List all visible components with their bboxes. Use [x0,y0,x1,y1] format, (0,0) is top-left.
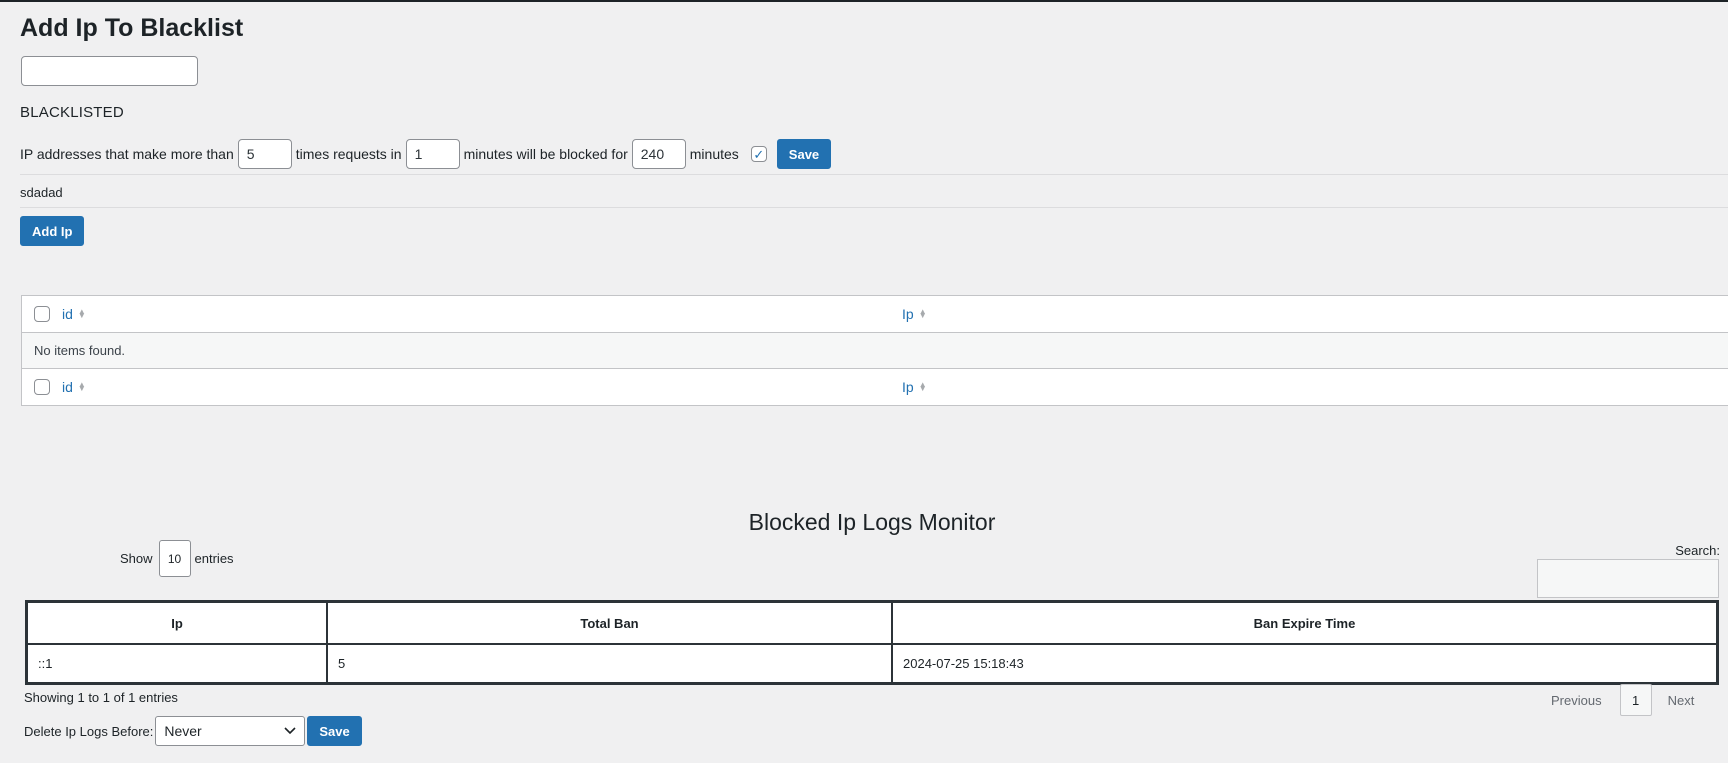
table-info: Showing 1 to 1 of 1 entries [24,690,178,705]
column-id-footer[interactable]: id ▲ ▼ [62,379,902,395]
sort-icon: ▲ ▼ [918,306,927,320]
column-ip-header[interactable]: Ip [25,600,328,645]
page-button-1[interactable]: 1 [1619,684,1652,716]
table-row: ::1 5 2024-07-25 15:18:43 [25,643,1719,685]
entries-label: entries [194,551,234,566]
page-title: Add Ip To Blacklist [20,14,244,42]
delete-before-select[interactable]: Never [155,716,306,746]
table-footer-row: id ▲ ▼ Ip ▲ ▼ [22,369,1728,405]
pagination: Previous 1 Next [1551,684,1694,716]
delete-logs-control: Delete Ip Logs Before: Never Save [24,716,362,746]
divider [20,174,1728,175]
chevron-down-icon [284,727,296,735]
column-ip-footer[interactable]: Ip ▲ ▼ [902,379,927,395]
table-header-row: Ip Total Ban Ban Expire Time [25,600,1719,645]
previous-button[interactable]: Previous [1551,693,1602,708]
table-header-row: id ▲ ▼ Ip ▲ ▼ [22,296,1728,333]
divider [20,207,1728,208]
entries-length-select[interactable]: 10 [158,540,191,577]
empty-row: No items found. [22,333,1728,369]
delete-before-value: Never [164,723,202,739]
column-id-label: id [62,379,73,395]
interval-minutes-input[interactable] [405,139,460,169]
sort-icon: ▲ ▼ [77,379,86,393]
blacklisted-heading: BLACKLISTED [20,104,124,121]
monitor-title: Blocked Ip Logs Monitor [748,509,996,535]
column-total-ban-header[interactable]: Total Ban [326,600,893,645]
column-id-header[interactable]: id ▲ ▼ [62,306,902,322]
cell-ban-expire: 2024-07-25 15:18:43 [891,643,1719,685]
rate-limit-settings: IP addresses that make more than times r… [20,139,832,169]
select-all-checkbox[interactable] [34,306,50,322]
search-input[interactable] [1537,559,1719,598]
next-button[interactable]: Next [1668,693,1695,708]
no-items-message: No items found. [34,343,126,358]
column-ip-label: Ip [902,379,914,395]
rule-mid1-text: times requests in [295,146,402,162]
select-all-checkbox-footer[interactable] [34,379,50,395]
check-icon: ✓ [753,146,765,162]
column-ban-expire-header[interactable]: Ban Expire Time [891,600,1719,645]
enable-checkbox[interactable]: ✓ [750,146,767,162]
search-label: Search: [1675,543,1720,558]
length-value: 10 [167,551,182,566]
cell-total-ban: 5 [326,643,893,685]
save-settings-button[interactable]: Save [776,139,832,169]
blocked-ip-logs-table: Ip Total Ban Ban Expire Time ::1 5 2024-… [25,600,1719,685]
column-id-label: id [62,306,73,322]
show-label: Show [120,551,153,566]
rule-prefix-text: IP addresses that make more than [20,146,234,162]
ip-input[interactable] [21,56,198,86]
column-ip-label: Ip [902,306,914,322]
delete-logs-label: Delete Ip Logs Before: [24,723,154,739]
column-ip-header[interactable]: Ip ▲ ▼ [902,306,927,322]
block-duration-input[interactable] [631,139,686,169]
sort-icon: ▲ ▼ [918,379,927,393]
blacklisted-ip-entry: sdadad [20,185,63,200]
blacklist-table: id ▲ ▼ Ip ▲ ▼ No items found. id ▲ ▼ Ip ▲ ▼ [21,295,1728,406]
rule-suffix-text: minutes [689,146,739,162]
show-entries-control: Show 10 entries [120,540,234,577]
rule-mid2-text: minutes will be blocked for [463,146,628,162]
sort-icon: ▲ ▼ [77,306,86,320]
add-ip-button[interactable]: Add Ip [20,216,85,246]
cell-ip: ::1 [25,643,328,685]
requests-count-input[interactable] [237,139,292,169]
delete-logs-save-button[interactable]: Save [307,716,362,746]
